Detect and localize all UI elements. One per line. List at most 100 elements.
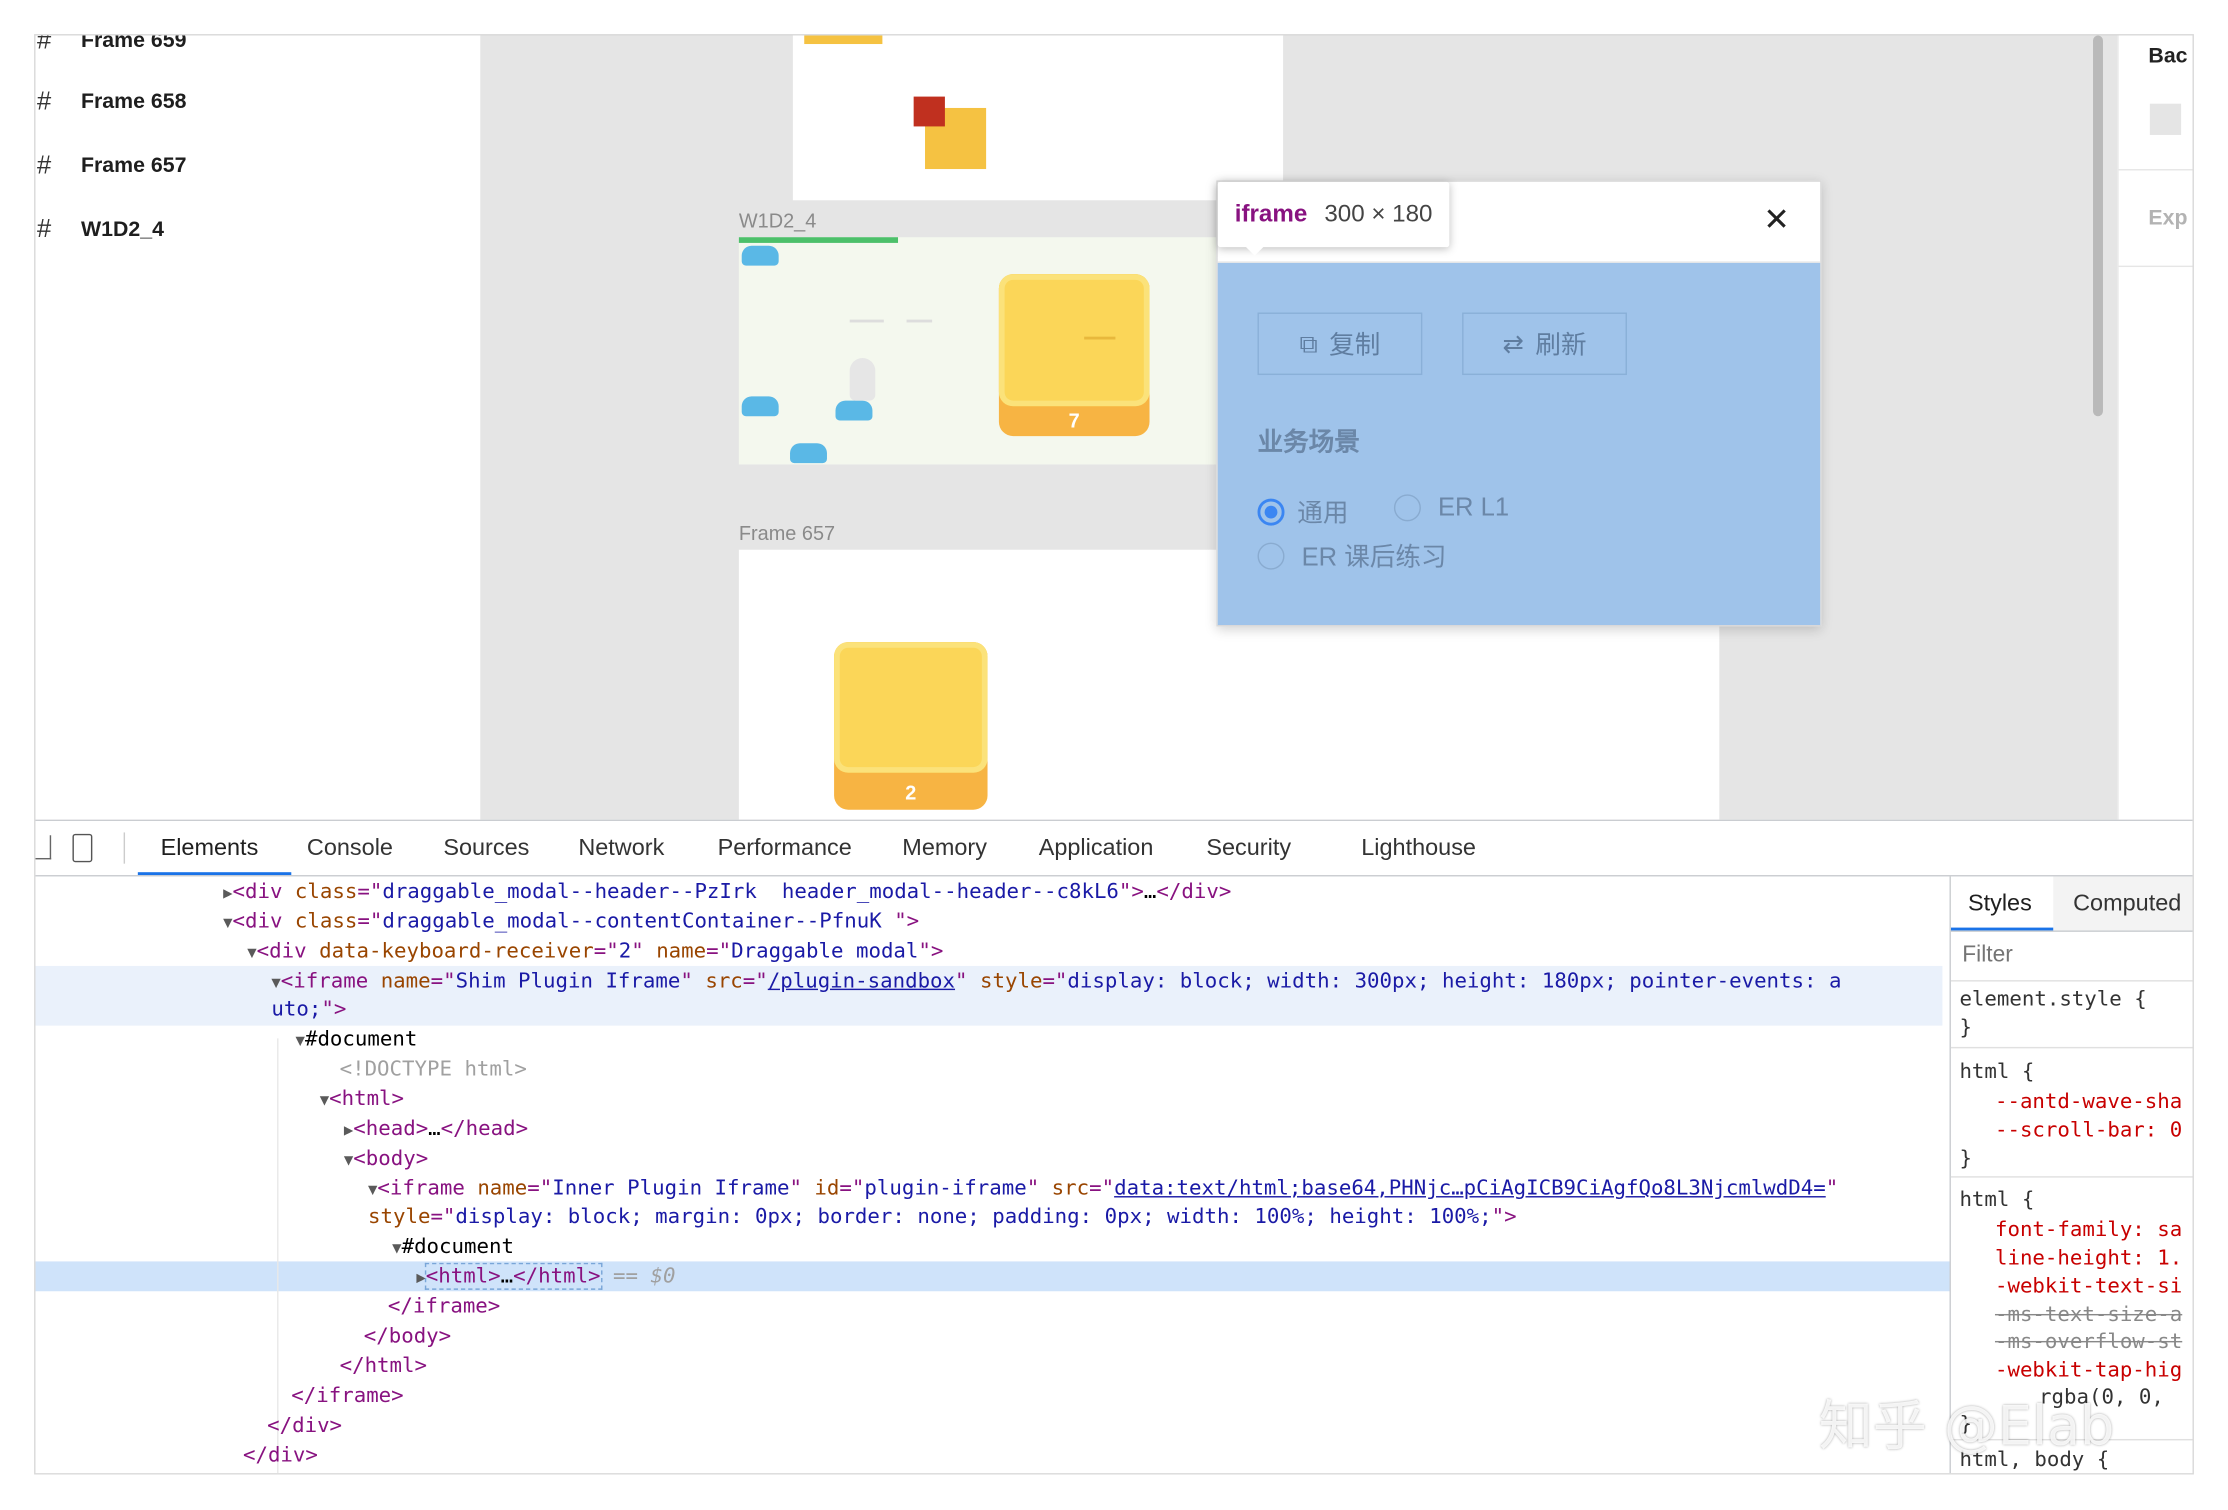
refresh-button[interactable]: ⇄ 刷新 (1462, 312, 1627, 376)
radio-button-checked[interactable] (1257, 497, 1285, 525)
frame-label-w1d2-4[interactable]: W1D2_4 (739, 209, 816, 232)
modal-header-divider (1217, 261, 1821, 263)
dom-line[interactable]: ▼#document (392, 1232, 514, 1262)
dom-line[interactable]: </html> (340, 1351, 427, 1381)
tab-performance[interactable]: Performance (718, 821, 852, 875)
w1d2-4-frame[interactable]: 7 (738, 237, 1230, 465)
divider (2118, 169, 2193, 171)
dom-line[interactable]: ▼#document (296, 1024, 418, 1054)
tab-security[interactable]: Security (1206, 821, 1291, 875)
dash (849, 319, 884, 323)
card-mark (1084, 336, 1116, 340)
dom-line[interactable]: ▼<div data-keyboard-receiver="2" name="D… (247, 936, 943, 966)
style-property[interactable]: font-family: sa (1995, 1216, 2182, 1244)
tab-lighthouse[interactable]: Lighthouse (1361, 821, 1476, 875)
dom-line[interactable]: ▼<div class="draggable_modal--contentCon… (223, 906, 919, 936)
radio-option-er-practice[interactable]: ER 课后练习 (1257, 537, 1447, 574)
tab-styles[interactable]: Styles (1968, 876, 2032, 930)
frame-label-frame-657[interactable]: Frame 657 (739, 521, 835, 544)
car-icon (790, 443, 827, 464)
style-selector[interactable]: html { (1959, 1058, 2034, 1086)
dom-line[interactable]: <!DOCTYPE html> (340, 1054, 527, 1084)
dom-line-selected[interactable]: ▶<html>…</html> == $0 (416, 1261, 675, 1291)
styles-filter-input[interactable] (1953, 936, 2193, 976)
tooltip-arrow (1243, 244, 1267, 256)
background-swatch[interactable] (2149, 103, 2182, 135)
inspect-element-icon[interactable] (35, 835, 52, 860)
tab-console[interactable]: Console (307, 821, 393, 875)
layers-panel: # Frame 659 # Frame 658 # Frame 657 # W1… (35, 35, 481, 820)
tab-network[interactable]: Network (578, 821, 664, 875)
dom-line[interactable]: </iframe> (388, 1291, 500, 1321)
dom-line[interactable]: ▼<iframe name="Shim Plugin Iframe" src="… (271, 966, 1841, 996)
style-property[interactable]: -webkit-tap-hig (1995, 1357, 2182, 1385)
tooltip-tag: iframe (1234, 200, 1308, 228)
close-icon[interactable]: ✕ (1763, 204, 1789, 236)
style-property[interactable]: line-height: 1. (1995, 1244, 2182, 1272)
layer-item-w1d2-4[interactable]: # W1D2_4 (36, 207, 462, 250)
style-property-overridden[interactable]: -ms-overflow-st (1995, 1328, 2182, 1356)
card-face (998, 274, 1150, 407)
style-property-overridden[interactable]: -ms-text-size-a (1995, 1301, 2182, 1329)
progress-bar (738, 237, 899, 243)
section-title: 业务场景 (1257, 427, 1360, 456)
export-label[interactable]: Exp (2148, 206, 2187, 230)
car-icon (741, 396, 779, 417)
number-card: 7 (998, 274, 1150, 437)
dom-line[interactable]: ▼<body> (344, 1144, 428, 1174)
background-label: Bac (2148, 44, 2188, 69)
radio-button[interactable] (1257, 541, 1285, 569)
layer-item-frame-657[interactable]: # Frame 657 (36, 143, 462, 186)
dom-line[interactable]: </div> (243, 1440, 318, 1470)
element-inspect-tooltip: iframe 300 × 180 (1217, 181, 1450, 248)
yellow-bar (804, 35, 883, 45)
layer-label: Frame 659 (80, 35, 187, 52)
radio-option-general[interactable]: 通用 (1257, 493, 1348, 530)
dom-line[interactable]: uto;"> (271, 994, 346, 1024)
radio-option-er-l1[interactable]: ER L1 (1393, 493, 1509, 523)
dom-line[interactable]: style="display: block; margin: 0px; bord… (368, 1202, 1517, 1232)
layer-label: Frame 658 (80, 88, 187, 113)
dom-line[interactable]: </iframe> (291, 1381, 403, 1411)
style-property[interactable]: --scroll-bar: 0 (1995, 1117, 2182, 1145)
frame-icon: # (36, 85, 52, 115)
card-number: 7 (1068, 409, 1080, 432)
style-selector[interactable]: element.style { (1959, 986, 2146, 1014)
tab-sources[interactable]: Sources (443, 821, 529, 875)
dom-line[interactable]: </div> (267, 1411, 342, 1441)
dom-line[interactable]: </body> (364, 1321, 451, 1351)
plugin-modal[interactable]: ⧉ 复制 ⇄ 刷新 业务场景 通用 ER L1 ER 课后练习 ✕ iframe… (1216, 180, 1822, 627)
car-icon (741, 245, 779, 266)
dom-tree[interactable]: ▶<div class="draggable_modal--header--Pz… (35, 876, 1950, 1474)
tab-memory[interactable]: Memory (902, 821, 987, 875)
active-tab-indicator (1950, 927, 2054, 931)
copy-button[interactable]: ⧉ 复制 (1257, 312, 1423, 376)
dom-line[interactable]: ▼<iframe name="Inner Plugin Iframe" id="… (368, 1173, 1838, 1203)
layer-item-frame-658[interactable]: # Frame 658 (36, 80, 462, 123)
layer-item-frame-659[interactable]: # Frame 659 (36, 36, 462, 62)
card-face (834, 642, 988, 773)
styles-tabbar: Styles Computed (1950, 876, 2193, 932)
radio-button[interactable] (1393, 494, 1421, 522)
style-property[interactable]: --antd-wave-sha (1995, 1088, 2182, 1116)
card-number: 2 (905, 781, 917, 805)
style-property[interactable]: -webkit-text-si (1995, 1273, 2182, 1301)
tab-computed[interactable]: Computed (2073, 876, 2181, 930)
frame-658-preview[interactable] (792, 35, 1284, 201)
dom-line[interactable]: ▶<head>…</head> (344, 1114, 528, 1144)
devtools-panel: Elements Console Sources Network Perform… (35, 819, 2193, 1474)
properties-panel: Bac Exp (2117, 35, 2193, 820)
plugin-iframe-highlight: ⧉ 复制 ⇄ 刷新 业务场景 通用 ER L1 ER 课后练习 (1217, 262, 1821, 626)
divider (2118, 265, 2193, 268)
device-toolbar-icon[interactable] (72, 833, 93, 863)
dom-line[interactable]: ▶<div class="draggable_modal--header--Pz… (223, 876, 1231, 906)
tooltip-size: 300 × 180 (1324, 200, 1433, 228)
canvas-scrollbar[interactable] (2093, 35, 2103, 417)
layer-label: Frame 657 (80, 152, 187, 177)
dom-line[interactable]: ▼<html> (320, 1084, 404, 1114)
tab-elements[interactable]: Elements (161, 821, 259, 875)
tab-application[interactable]: Application (1039, 821, 1154, 875)
red-square (913, 96, 945, 127)
style-selector[interactable]: html { (1959, 1186, 2034, 1214)
filter-bar (1950, 932, 2193, 982)
